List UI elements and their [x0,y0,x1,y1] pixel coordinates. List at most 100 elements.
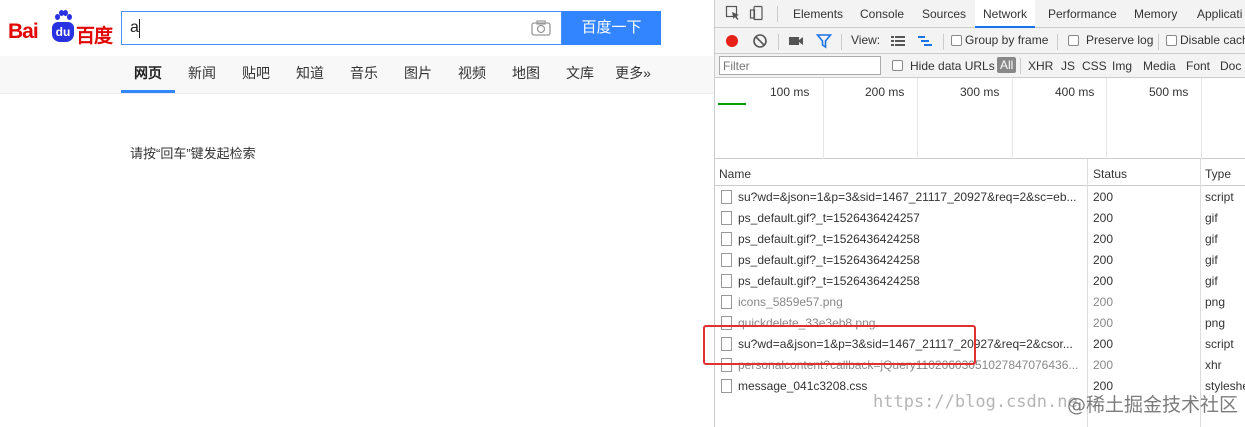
baidu-header: Bai du 百度 a 百度一下 [0,0,714,56]
logo-text: Bai [8,20,39,43]
request-status: 200 [1093,337,1114,351]
file-icon [721,274,732,288]
tab-network[interactable]: Network [975,0,1036,28]
tab-application[interactable]: Applicati [1197,0,1242,28]
timeline-gridline [1012,78,1013,159]
disable-cache-checkbox[interactable] [1166,35,1177,46]
hide-data-urls-checkbox[interactable] [892,60,903,71]
group-by-frame-label: Group by frame [965,33,1049,47]
filter-type-css[interactable]: CSS [1082,59,1107,73]
inspect-icon[interactable] [725,5,741,21]
column-header-name[interactable]: Name [719,167,751,181]
network-toolbar: View: Group by frame Preserve log Disabl… [715,28,1245,54]
waterfall-icon[interactable] [917,33,933,49]
timeline-gridline [1106,78,1107,159]
search-input[interactable]: a [121,11,562,45]
table-row[interactable]: ps_default.gif?_t=1526436424258 200 gif [715,250,1245,271]
disable-cache-label: Disable cach [1180,33,1245,47]
request-type: xhr [1205,358,1222,372]
network-overview-timeline[interactable]: 100 ms 200 ms 300 ms 400 ms 500 ms [715,78,1245,159]
baidu-page: Bai du 百度 a 百度一下 网页 新闻 贴吧 知道 音乐 图片 视频 地图… [0,0,714,427]
tab-web[interactable]: 网页 [121,56,175,93]
filter-type-js[interactable]: JS [1061,59,1075,73]
table-row[interactable]: ps_default.gif?_t=1526436424258 200 gif [715,229,1245,250]
request-status: 200 [1093,358,1114,372]
file-icon [721,232,732,246]
group-by-frame-checkbox[interactable] [951,35,962,46]
view-label: View: [851,33,881,47]
column-header-type[interactable]: Type [1205,167,1231,181]
request-name: ps_default.gif?_t=1526436424258 [738,253,920,267]
tab-more[interactable]: 更多» [610,56,656,93]
request-type: gif [1205,211,1218,225]
table-body: su?wd=&json=1&p=3&sid=1467_21117_20927&r… [715,187,1245,397]
timeline-tick: 400 ms [1055,85,1095,99]
tab-images[interactable]: 图片 [396,56,440,93]
tab-music[interactable]: 音乐 [342,56,386,93]
request-type: script [1205,337,1234,351]
search-button[interactable]: 百度一下 [562,11,661,45]
camera-icon[interactable] [531,20,551,36]
filter-funnel-icon[interactable] [816,33,832,49]
request-name: ps_default.gif?_t=1526436424258 [738,274,920,288]
timeline-request-bar [718,103,746,105]
record-icon[interactable] [726,35,738,47]
request-status: 200 [1093,190,1114,204]
table-row[interactable]: su?wd=&json=1&p=3&sid=1467_21117_20927&r… [715,187,1245,208]
search-value: a [130,19,139,36]
toolbar-divider [1020,58,1021,74]
toolbar-divider [778,34,779,50]
tab-tieba[interactable]: 贴吧 [234,56,278,93]
request-status: 200 [1093,232,1114,246]
toolbar-divider [1158,34,1159,50]
filter-input[interactable] [719,56,881,75]
file-icon [721,253,732,267]
baidu-logo[interactable]: Bai du 百度 [8,8,114,47]
table-row[interactable]: ps_default.gif?_t=1526436424258 200 gif [715,271,1245,292]
toolbar-divider [1057,34,1058,50]
table-header: Name Status Type [715,159,1245,186]
file-icon [721,295,732,309]
filter-type-img[interactable]: Img [1112,59,1132,73]
request-status: 200 [1093,211,1114,225]
toolbar-divider [841,34,842,50]
table-row[interactable]: icons_5859e57.png 200 png [715,292,1245,313]
request-type: png [1205,316,1226,330]
toolbar-divider [943,34,944,50]
tab-sources[interactable]: Sources [922,0,966,28]
device-toolbar-icon[interactable] [749,5,765,21]
timeline-tick: 500 ms [1149,85,1189,99]
tab-wenku[interactable]: 文库 [558,56,602,93]
file-icon [721,379,732,393]
tab-console[interactable]: Console [860,0,904,28]
preserve-log-checkbox[interactable] [1068,35,1079,46]
large-rows-icon[interactable] [890,33,906,49]
tab-performance[interactable]: Performance [1048,0,1117,28]
tab-elements[interactable]: Elements [793,0,843,28]
tab-zhidao[interactable]: 知道 [288,56,332,93]
timeline-tick: 100 ms [770,85,810,99]
request-type: gif [1205,232,1218,246]
clear-icon[interactable] [752,33,768,49]
timeline-gridline [917,78,918,159]
hide-data-urls-label: Hide data URLs [910,59,995,73]
logo-cn: 百度 [76,25,113,47]
request-status: 200 [1093,316,1114,330]
paw-icon [55,10,72,22]
filter-type-xhr[interactable]: XHR [1028,59,1053,73]
tab-news[interactable]: 新闻 [180,56,224,93]
video-camera-icon[interactable] [788,33,804,49]
tab-map[interactable]: 地图 [504,56,548,93]
tab-video[interactable]: 视频 [450,56,494,93]
highlight-annotation-box [703,325,976,365]
column-header-status[interactable]: Status [1093,167,1127,181]
toolbar-divider [777,6,778,22]
filter-type-media[interactable]: Media [1143,59,1176,73]
timeline-tick: 300 ms [960,85,1000,99]
tab-memory[interactable]: Memory [1134,0,1177,28]
filter-type-doc[interactable]: Doc [1220,59,1241,73]
filter-type-font[interactable]: Font [1186,59,1210,73]
timeline-tick: 200 ms [865,85,905,99]
table-row[interactable]: ps_default.gif?_t=1526436424257 200 gif [715,208,1245,229]
filter-type-all[interactable]: All [997,57,1017,73]
